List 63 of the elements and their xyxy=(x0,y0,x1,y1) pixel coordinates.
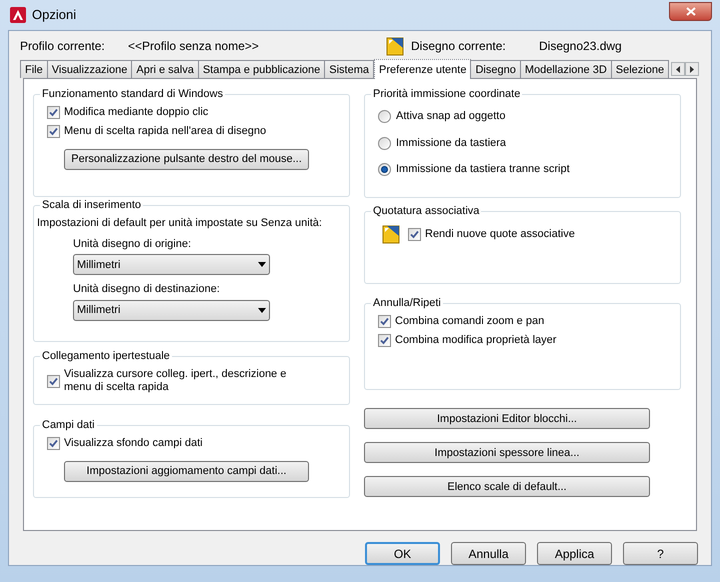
push-button[interactable]: Personalizzazione pulsante destro del mouse... xyxy=(64,149,309,170)
push-button[interactable]: Impostazioni aggiomamento campi dati... xyxy=(64,461,309,482)
drawing-label: Disegno corrente: xyxy=(411,38,507,55)
tab[interactable]: Apri e salva xyxy=(131,60,199,78)
push-button[interactable]: Elenco scale di default... xyxy=(364,476,650,498)
group-title: Quotatura associativa xyxy=(371,204,482,220)
radio-button[interactable] xyxy=(378,163,391,176)
group-title: Campi dati xyxy=(40,418,97,434)
tab[interactable]: Disegno xyxy=(470,60,521,78)
group-title: Annulla/Ripeti xyxy=(371,296,443,312)
left-arrow-icon xyxy=(676,66,680,73)
drawing-file-icon xyxy=(382,224,400,244)
scroll-right-button[interactable] xyxy=(685,62,700,76)
drawing-file-icon xyxy=(386,36,404,56)
drawing-value: Disegno23.dwg xyxy=(539,38,622,55)
checkbox[interactable] xyxy=(378,315,391,328)
close-icon xyxy=(686,6,696,16)
dialog-button[interactable]: OK xyxy=(365,542,440,565)
field-label: Unità disegno di destinazione: xyxy=(73,282,221,298)
right-arrow-icon xyxy=(690,66,694,73)
units-dropdown[interactable]: Millimetri xyxy=(73,300,270,321)
dialog-button[interactable]: ? xyxy=(623,542,698,565)
tab[interactable]: Modellazione 3D xyxy=(520,60,612,78)
dialog-button[interactable]: Annulla xyxy=(451,542,526,565)
dialog-button[interactable]: Applica xyxy=(537,542,612,565)
radio-label: Attiva snap ad oggetto xyxy=(396,109,506,124)
field-label: Unità disegno di origine: xyxy=(73,236,192,252)
radio-label: Immissione da tastiera tranne script xyxy=(396,162,570,178)
checkbox-label: Combina comandi zoom e pan xyxy=(395,315,544,328)
checkbox-label: Rendi nuove quote associative xyxy=(425,227,575,242)
checkbox[interactable] xyxy=(378,334,391,348)
units-dropdown[interactable]: Millimetri xyxy=(73,254,270,276)
push-button[interactable]: Impostazioni Editor blocchi... xyxy=(364,408,650,430)
profile-label: Profilo corrente: xyxy=(20,38,106,55)
tab[interactable]: Selezione xyxy=(610,60,670,78)
radio-button[interactable] xyxy=(378,110,391,124)
dropdown-arrow-icon xyxy=(258,308,266,313)
window-title: Opzioni xyxy=(32,6,76,24)
checkbox[interactable] xyxy=(47,106,60,120)
profile-value: <<Profilo senza nome>> xyxy=(128,38,260,55)
tab[interactable]: Visualizzazione xyxy=(46,60,132,78)
checkbox-label: Menu di scelta rapida nell'area di disegno xyxy=(64,125,266,138)
checkbox[interactable] xyxy=(408,228,421,241)
tab[interactable]: Sistema xyxy=(324,60,374,78)
dropdown-arrow-icon xyxy=(258,262,266,268)
tab[interactable]: Preferenze utente xyxy=(374,59,472,80)
close-button[interactable] xyxy=(669,2,712,20)
scroll-left-button[interactable] xyxy=(671,62,686,76)
checkbox-label: Combina modifica proprietà layer xyxy=(395,334,556,348)
tab[interactable]: Stampa e pubblicazione xyxy=(198,60,326,78)
radio-button[interactable] xyxy=(378,136,391,150)
description-text: Impostazioni di default per unità impostate su Senza unità: xyxy=(37,216,323,232)
tab[interactable]: File xyxy=(20,60,48,78)
checkbox-label: Modifica mediante doppio clic xyxy=(64,106,208,120)
app-logo-icon xyxy=(10,7,26,23)
checkbox-label: Visualizza sfondo campi dati xyxy=(64,437,203,450)
push-button[interactable]: Impostazioni spessore linea... xyxy=(364,442,650,464)
group-title: Collegamento ipertestuale xyxy=(40,349,172,364)
checkbox[interactable] xyxy=(47,125,60,138)
radio-label: Immissione da tastiera xyxy=(396,136,506,151)
checkbox[interactable] xyxy=(47,374,60,388)
checkbox[interactable] xyxy=(47,437,60,450)
checkbox-label: Visualizza cursore colleg. ipert., descrizione e menu di scelta rapida xyxy=(64,368,288,394)
